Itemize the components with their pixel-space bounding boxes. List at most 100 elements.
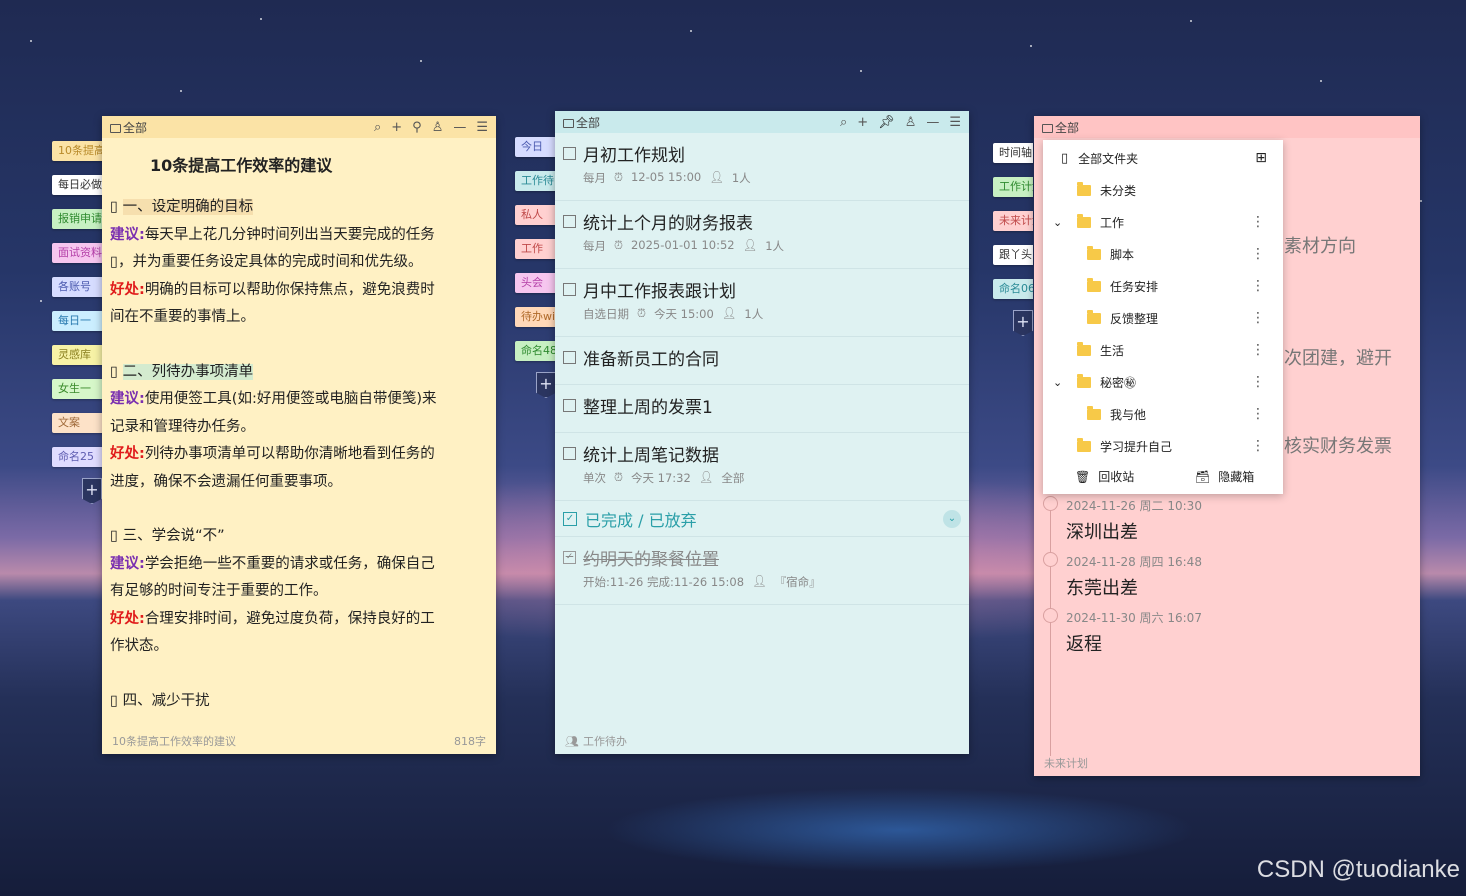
more-options-icon[interactable]: ⋮	[1251, 310, 1265, 326]
todo-tab[interactable]: 工作	[515, 239, 557, 259]
note-footer: 10条提高工作效率的建议 818字	[102, 730, 496, 754]
folder-item[interactable]: 反馈整理 ⋮	[1043, 302, 1283, 334]
chevron-down-icon[interactable]: ⌄	[943, 509, 961, 528]
plan-tab[interactable]: 未来计划	[993, 211, 1033, 231]
add-icon[interactable]: +	[857, 115, 868, 130]
timeline-dot[interactable]	[1043, 608, 1058, 623]
checkbox-checked[interactable]: ✓	[563, 551, 576, 564]
text: 明确的目标可以帮助你保持焦点，避免浪费时	[144, 281, 435, 298]
note-tab[interactable]: 报销申请	[52, 209, 104, 229]
timeline-title[interactable]: 返程	[1066, 630, 1102, 656]
note-tab[interactable]: 每日必做	[52, 175, 104, 195]
menu-icon[interactable]: ☰	[476, 120, 488, 135]
checkbox[interactable]	[563, 399, 576, 412]
note-tab[interactable]: 各账号	[52, 277, 104, 297]
folder-label[interactable]: 全部	[1055, 119, 1079, 136]
folder-name: 秘密㊙	[1100, 375, 1137, 390]
todo-item[interactable]: 整理上周的发票1	[555, 385, 969, 433]
folder-label[interactable]: 全部	[123, 119, 147, 136]
note-tab[interactable]: 面试资料	[52, 243, 104, 263]
folder-item[interactable]: ⌄ 秘密㊙ ⋮	[1043, 366, 1283, 398]
skin-icon[interactable]: ♙	[905, 115, 917, 130]
timeline-title[interactable]: 深圳出差	[1066, 518, 1138, 544]
folder-label[interactable]: 全部	[576, 114, 600, 131]
timeline-dot[interactable]	[1043, 496, 1058, 511]
folder-item[interactable]: 未分类	[1043, 174, 1283, 206]
menu-icon[interactable]: ☰	[949, 115, 961, 130]
note-tab[interactable]: 每日一	[52, 311, 104, 331]
todo-tab[interactable]: 私人	[515, 205, 557, 225]
more-options-icon[interactable]: ⋮	[1251, 438, 1265, 454]
checkbox[interactable]	[563, 147, 576, 160]
note-tab[interactable]: 文案	[52, 413, 104, 433]
todo-tab[interactable]: 头会	[515, 273, 557, 293]
add-todo-button[interactable]: +	[536, 372, 556, 398]
folder-item[interactable]: 学习提升自己 ⋮	[1043, 430, 1283, 462]
hidden-text: 次团建，避开	[1284, 348, 1392, 369]
word-count: 818字	[454, 735, 486, 748]
more-options-icon[interactable]: ⋮	[1251, 246, 1265, 262]
todo-item[interactable]: 统计上个月的财务报表 每月 ⏰︎ 2025-01-01 10:52 👤︎ 1人	[555, 201, 969, 269]
folder-item[interactable]: 任务安排 ⋮	[1043, 270, 1283, 302]
more-options-icon[interactable]: ⋮	[1251, 406, 1265, 422]
alarm-icon: ⏰︎	[614, 470, 623, 484]
done-item[interactable]: ✓ 约明天的聚餐位置 开始:11-26 完成:11-26 15:08 👤︎ 『宿命』	[555, 537, 969, 605]
todo-item[interactable]: 月初工作规划 每月 ⏰︎ 12-05 15:00 👤︎ 1人	[555, 133, 969, 201]
todo-item[interactable]: 月中工作报表跟计划 自选日期 ⏰︎ 今天 15:00 👤︎ 1人	[555, 269, 969, 337]
checkbox[interactable]	[563, 215, 576, 228]
add-plan-button[interactable]: +	[1013, 310, 1033, 336]
todo-tab[interactable]: 待办wi	[515, 307, 557, 327]
add-icon[interactable]: +	[391, 120, 402, 135]
folder-item[interactable]: 生活 ⋮	[1043, 334, 1283, 366]
plan-tab[interactable]: 时间轴	[993, 143, 1033, 163]
todo-tab[interactable]: 命名48	[515, 341, 557, 361]
plan-tab[interactable]: 命名06	[993, 279, 1033, 299]
pin-icon[interactable]: 📌︎	[878, 115, 895, 130]
todo-item[interactable]: 准备新员工的合同	[555, 337, 969, 385]
expand-chevron-icon[interactable]: ⌄	[1053, 376, 1062, 389]
expand-chevron-icon[interactable]: ⌄	[1053, 216, 1062, 229]
more-options-icon[interactable]: ⋮	[1251, 374, 1265, 390]
checkbox[interactable]	[563, 447, 576, 460]
todo-tab[interactable]: 工作待	[515, 171, 557, 191]
note-tab[interactable]: 10条提高	[52, 141, 104, 161]
plan-tab[interactable]: 工作计划	[993, 177, 1033, 197]
minimize-icon[interactable]: —	[926, 115, 939, 130]
reminder-time: 2025-01-01 10:52	[630, 238, 735, 252]
hidden-box[interactable]: 🗃︎ 隐藏箱	[1195, 468, 1254, 485]
note-content[interactable]: ▯ 一、设定明确的目标 建议:每天早上花几分钟时间列出当天要完成的任务 ▯，并为…	[102, 184, 496, 715]
note-tab[interactable]: 命名25	[52, 447, 104, 467]
folder-icon[interactable]	[110, 123, 121, 133]
more-options-icon[interactable]: ⋮	[1251, 214, 1265, 230]
todo-tab[interactable]: 今日	[515, 137, 557, 157]
folder-icon[interactable]	[1042, 123, 1053, 133]
done-section-header[interactable]: ✓ 已完成 / 已放弃 ⌄	[555, 501, 969, 537]
checkbox[interactable]	[563, 283, 576, 296]
more-options-icon[interactable]: ⋮	[1251, 342, 1265, 358]
new-folder-icon[interactable]: ⊞	[1255, 150, 1267, 166]
folder-icon[interactable]	[563, 118, 574, 128]
note-tab[interactable]: 灵感库	[52, 345, 104, 365]
folder-item[interactable]: ⌄ 工作 ⋮	[1043, 206, 1283, 238]
recycle-bin[interactable]: 🗑︎ 回收站	[1075, 468, 1134, 485]
search-icon[interactable]: ⌕	[840, 115, 847, 130]
todo-item[interactable]: 统计上周笔记数据 单次 ⏰︎ 今天 17:32 👤︎ 全部	[555, 433, 969, 501]
timeline-title[interactable]: 东莞出差	[1066, 574, 1138, 600]
folder-item[interactable]: 我与他 ⋮	[1043, 398, 1283, 430]
timeline-dot[interactable]	[1043, 552, 1058, 567]
folder-item[interactable]: 脚本 ⋮	[1043, 238, 1283, 270]
todo-title: 统计上周笔记数据	[583, 446, 719, 466]
alarm-icon: ⏰︎	[614, 238, 623, 252]
add-note-button[interactable]: +	[82, 478, 102, 504]
checkbox[interactable]	[563, 351, 576, 364]
minimize-icon[interactable]: —	[453, 120, 466, 135]
note-title[interactable]: 10条提高工作效率的建议	[102, 138, 496, 184]
all-folders-header[interactable]: ▯ 全部文件夹 ⊞	[1043, 142, 1283, 174]
timeline-date: 2024-11-30 周六 16:07	[1066, 611, 1202, 625]
note-tab[interactable]: 女生一	[52, 379, 104, 399]
plan-tab[interactable]: 跟丫头	[993, 245, 1033, 265]
pin-icon[interactable]: ⚲	[412, 120, 422, 135]
more-options-icon[interactable]: ⋮	[1251, 278, 1265, 294]
skin-icon[interactable]: ♙	[432, 120, 444, 135]
search-icon[interactable]: ⌕	[374, 120, 381, 135]
